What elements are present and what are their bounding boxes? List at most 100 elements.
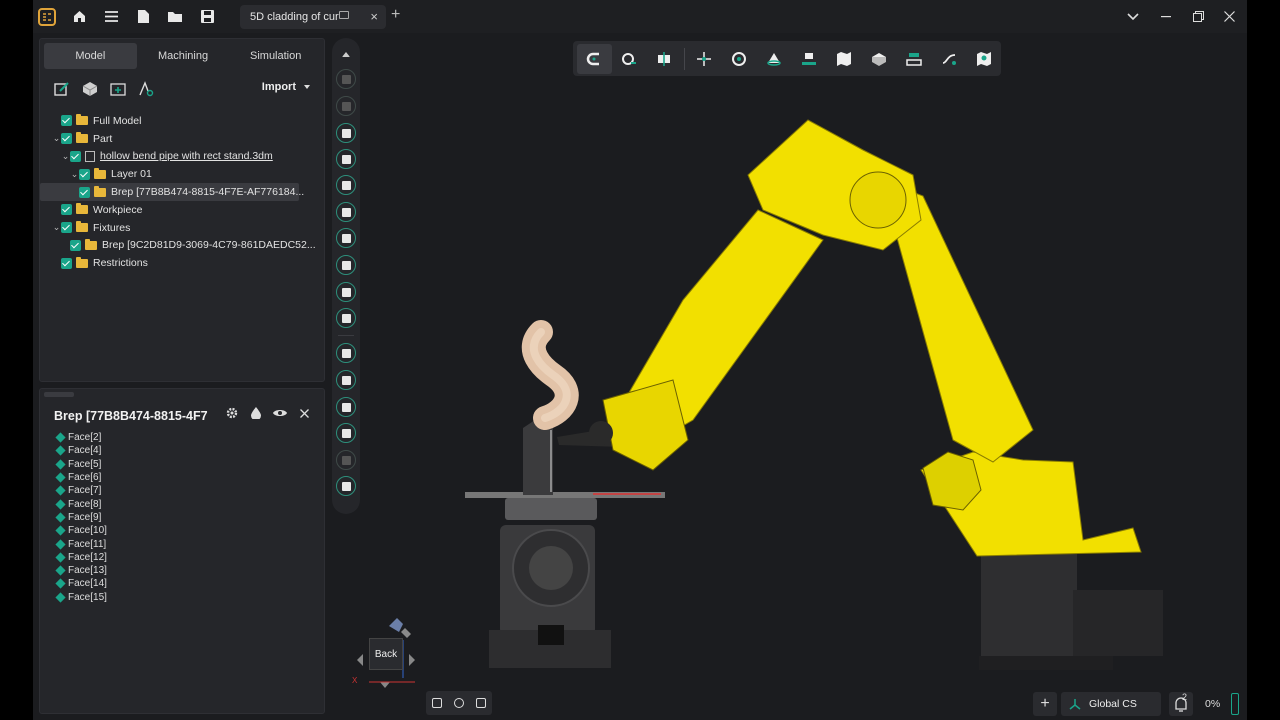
curve-tool-icon[interactable]	[336, 370, 356, 390]
page-tool-icon[interactable]	[336, 423, 356, 443]
app-logo[interactable]	[37, 7, 57, 27]
move-icon[interactable]	[687, 44, 722, 74]
transform-icon[interactable]	[757, 44, 792, 74]
scroll-up-icon[interactable]	[336, 44, 356, 64]
cube-face-back[interactable]: Back	[369, 638, 403, 670]
frame-tool-icon[interactable]	[336, 282, 356, 302]
face-item[interactable]: Face[2]	[55, 431, 107, 444]
visibility-checkbox[interactable]	[70, 150, 81, 162]
solid-view-icon[interactable]	[476, 698, 486, 708]
face-item[interactable]: Face[4]	[55, 444, 107, 457]
point-tool-icon[interactable]	[336, 343, 356, 363]
tree-item-part[interactable]: ⌄ Part	[52, 130, 322, 148]
wireframe-view-icon[interactable]	[432, 698, 442, 708]
visibility-checkbox[interactable]	[61, 133, 72, 145]
visibility-checkbox[interactable]	[79, 168, 90, 180]
path-icon[interactable]	[931, 44, 966, 74]
align-icon[interactable]	[792, 44, 827, 74]
book-tool-icon[interactable]	[336, 476, 356, 496]
map-pin-icon[interactable]	[966, 44, 1001, 74]
visibility-checkbox[interactable]	[70, 239, 81, 251]
face-item[interactable]: Face[9]	[55, 511, 107, 524]
visibility-checkbox[interactable]	[79, 186, 90, 198]
navigation-cube[interactable]: Back X	[352, 618, 455, 692]
torch-tool-icon[interactable]	[336, 202, 356, 222]
tab-machining[interactable]: Machining	[137, 43, 230, 69]
text-tool-icon[interactable]	[132, 79, 160, 99]
magnet-icon[interactable]	[577, 43, 612, 74]
color-drop-icon[interactable]	[244, 407, 268, 422]
face-item[interactable]: Face[7]	[55, 484, 107, 497]
map-icon[interactable]	[826, 44, 861, 74]
tree-item-full-model[interactable]: Full Model	[52, 112, 322, 130]
import-dropdown[interactable]: Import	[262, 81, 310, 93]
tab-model[interactable]: Model	[44, 43, 137, 69]
box-icon[interactable]	[76, 79, 104, 99]
chevron-down-icon[interactable]: ⌄	[52, 222, 61, 233]
fixture-tool-icon[interactable]	[336, 96, 356, 116]
add-button[interactable]: +	[1033, 692, 1057, 716]
section-icon[interactable]	[647, 44, 682, 74]
solid-icon[interactable]	[861, 44, 896, 74]
pattern-tool-icon[interactable]	[336, 308, 356, 328]
tree-item-file[interactable]: ⌄ hollow bend pipe with rect stand.3dm	[52, 148, 322, 166]
home-icon[interactable]	[63, 0, 95, 33]
edit-model-icon[interactable]	[48, 79, 76, 99]
3d-viewport[interactable]	[366, 33, 1247, 720]
tree-item-fixtures[interactable]: ⌄ Fixtures	[52, 219, 322, 237]
tree-item-restrictions[interactable]: Restrictions	[52, 254, 322, 272]
chevron-down-icon[interactable]: ⌄	[61, 151, 70, 162]
folder-icon	[85, 238, 97, 250]
chevron-down-icon[interactable]: ⌄	[70, 169, 79, 180]
chevron-down-icon[interactable]: ⌄	[52, 133, 61, 144]
gear-icon[interactable]	[220, 407, 244, 422]
face-item[interactable]: Face[10]	[55, 524, 107, 537]
eye-icon[interactable]	[268, 407, 292, 422]
tree-item-fixture-brep[interactable]: Brep [9C2D81D9-3069-4C79-861DAEDC52...	[52, 237, 322, 255]
add-folder-icon[interactable]	[104, 79, 132, 99]
close-tab-icon[interactable]: ×	[370, 9, 378, 24]
visibility-checkbox[interactable]	[61, 257, 72, 269]
face-item[interactable]: Face[6]	[55, 471, 107, 484]
face-item[interactable]: Face[12]	[55, 551, 107, 564]
panel-drag-handle[interactable]	[44, 392, 74, 397]
tree-item-layer[interactable]: ⌄ Layer 01	[52, 165, 322, 183]
visibility-checkbox[interactable]	[61, 204, 72, 216]
mesh-tool-icon[interactable]	[336, 450, 356, 470]
clamp-tool-icon[interactable]	[336, 175, 356, 195]
rotate-icon[interactable]	[722, 44, 757, 74]
tree-item-brep-selected[interactable]: Brep [77B8B474-8815-4F7E-AF776184...	[40, 183, 304, 201]
tree-item-workpiece[interactable]: Workpiece	[52, 201, 322, 219]
measure-icon[interactable]	[612, 44, 647, 74]
visibility-checkbox[interactable]	[61, 115, 72, 127]
stock-tool-icon[interactable]	[336, 149, 356, 169]
gripper-tool-icon[interactable]	[336, 255, 356, 275]
open-folder-icon[interactable]	[159, 0, 191, 33]
face-item[interactable]: Face[5]	[55, 458, 107, 471]
coordinate-system-selector[interactable]: Global CS	[1061, 692, 1161, 716]
document-tab[interactable]: 5D cladding of cur ×	[240, 5, 386, 29]
visibility-checkbox[interactable]	[61, 222, 72, 234]
restore-button[interactable]	[1182, 0, 1214, 33]
workpiece-tool-icon[interactable]	[336, 123, 356, 143]
minimize-button[interactable]	[1150, 0, 1182, 33]
save-icon[interactable]	[191, 0, 223, 33]
notifications-button[interactable]: 2	[1169, 692, 1193, 716]
tab-simulation[interactable]: Simulation	[229, 43, 322, 69]
nozzle-tool-icon[interactable]	[336, 228, 356, 248]
face-item[interactable]: Face[14]	[55, 577, 107, 590]
menu-icon[interactable]	[95, 0, 127, 33]
new-tab-button[interactable]: +	[391, 6, 400, 24]
surface-tool-icon[interactable]	[336, 397, 356, 417]
close-icon[interactable]	[292, 407, 316, 422]
chevron-down-icon[interactable]	[1117, 0, 1149, 33]
face-item[interactable]: Face[11]	[55, 537, 107, 550]
face-item[interactable]: Face[13]	[55, 564, 107, 577]
new-file-icon[interactable]	[127, 0, 159, 33]
close-window-button[interactable]	[1213, 0, 1245, 33]
face-item[interactable]: Face[8]	[55, 497, 107, 510]
shaded-view-icon[interactable]	[454, 698, 464, 708]
face-item[interactable]: Face[15]	[55, 591, 107, 604]
robot-tool-icon[interactable]	[336, 69, 356, 89]
machine-icon[interactable]	[896, 44, 931, 74]
